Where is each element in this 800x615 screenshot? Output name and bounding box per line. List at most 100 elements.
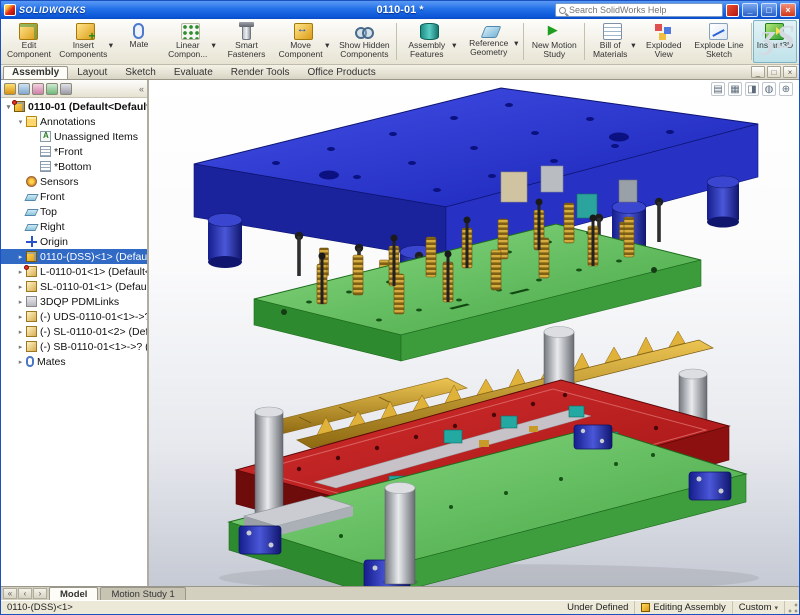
move-component-button[interactable]: Move Component▾ [273,20,333,63]
subassembly-icon [26,251,37,262]
feature-manager-tab-strip: « [1,80,147,98]
bill-of-materials-icon [603,23,622,40]
part-icon [26,311,37,322]
model-tab-strip: « ‹ › Model Motion Study 1 [1,586,799,600]
guide-post-front [382,483,418,587]
dropdown-arrow-icon: ▾ [631,41,635,50]
rebuild-mark-icon [12,100,17,105]
mate-button[interactable]: Mate [117,20,161,63]
display-manager-tab-icon[interactable] [60,83,72,95]
tab-model[interactable]: Model [49,587,98,600]
move-component-icon [294,23,313,40]
tree-item-uds-0110-01[interactable]: ▸ (-) UDS-0110-01<1>->? (Defa [1,309,147,324]
part-icon [26,266,37,277]
feature-manager-tab-icon[interactable] [4,83,16,95]
status-bar: 0110-(DSS)<1> Under Defined Editing Asse… [1,600,799,614]
tree-item-front-annotation[interactable]: *Front [1,144,147,159]
chevron-down-icon: ▾ [774,604,778,612]
solidworks-mini-logo-icon [726,4,739,17]
tree-item-sensors[interactable]: Sensors [1,174,147,189]
plane-icon [24,224,38,231]
smart-fasteners-button[interactable]: Smart Fasteners [220,20,273,63]
edit-component-icon [19,23,38,40]
tab-scroll-right-button[interactable]: › [33,588,47,599]
sensors-icon [26,176,37,187]
minimize-button[interactable]: _ [742,3,758,17]
tree-item-sl-0110-01-2[interactable]: ▸ (-) SL-0110-01<2> (Default< [1,324,147,339]
tab-motion-study-1[interactable]: Motion Study 1 [100,587,185,600]
tree-item-3dqp-pdmlinks[interactable]: ▸ 3DQP PDMLinks [1,294,147,309]
tab-sketch[interactable]: Sketch [116,66,165,79]
toolbar-separator [396,23,397,60]
tab-scroll-left-button[interactable]: ‹ [18,588,32,599]
tree-item-l-0110-01[interactable]: ▸ L-0110-01<1> (Default<D [1,264,147,279]
tree-item-mates[interactable]: ▸ Mates [1,354,147,369]
toolbar-separator [584,23,585,60]
part-icon [26,326,37,337]
graphics-viewport[interactable]: ▤ ▦ ◨ ◍ ⊕ [149,80,799,586]
view-settings-icon[interactable]: ▦ [728,82,742,96]
panel-collapse-icon[interactable]: « [139,84,144,94]
document-minimize-button[interactable]: _ [751,66,765,78]
tab-office-products[interactable]: Office Products [299,66,385,79]
document-close-button[interactable]: × [783,66,797,78]
smart-fasteners-icon [242,23,251,40]
explode-line-sketch-icon [709,23,728,40]
tree-item-sb-0110-01[interactable]: ▸ (-) SB-0110-01<1>->? (Def [1,339,147,354]
section-view-icon[interactable]: ◨ [745,82,759,96]
toolbar-separator [751,23,752,60]
heads-up-view-toolbar: ▤ ▦ ◨ ◍ ⊕ [711,82,793,96]
tree-item-sl-0110-01-1[interactable]: ▸ SL-0110-01<1> (Default< [1,279,147,294]
reference-geometry-icon [481,26,502,38]
reference-geometry-button[interactable]: Reference Geometry▾ [460,20,522,63]
assembly-features-button[interactable]: Assembly Features▾ [398,20,460,63]
tree-item-top-plane[interactable]: Top [1,204,147,219]
help-search-box[interactable] [555,3,723,17]
tree-item-root[interactable]: ▾ 0110-01 (Default<Default_Di [1,99,147,114]
resize-grip[interactable] [787,602,799,614]
tree-item-origin[interactable]: Origin [1,234,147,249]
tab-evaluate[interactable]: Evaluate [165,66,222,79]
configuration-manager-tab-icon[interactable] [32,83,44,95]
show-hidden-components-button[interactable]: Show Hidden Components [333,20,395,63]
document-restore-button[interactable]: □ [767,66,781,78]
bill-of-materials-button[interactable]: Bill of Materials▾ [586,20,639,63]
maximize-button[interactable]: □ [761,3,777,17]
insert-components-button[interactable]: Insert Components▾ [55,20,117,63]
part-icon [26,281,37,292]
close-button[interactable]: × [780,3,796,17]
tree-item-0110-dss[interactable]: ▸ 0110-(DSS)<1> (Default<<De [1,249,147,264]
new-motion-study-button[interactable]: New Motion Study [525,20,583,63]
edit-component-button[interactable]: Edit Component [3,20,55,63]
tab-scroll-first-button[interactable]: « [3,588,17,599]
tab-render-tools[interactable]: Render Tools [222,66,299,79]
tree-item-annotations[interactable]: ▾ Annotations [1,114,147,129]
annotation-note-icon [40,161,51,172]
property-manager-tab-icon[interactable] [18,83,30,95]
show-hidden-components-icon [355,23,374,40]
feature-tree: ▾ 0110-01 (Default<Default_Di ▾ Annotati… [1,98,147,586]
status-config-dropdown[interactable]: Custom ▾ [733,601,785,614]
tree-item-front-plane[interactable]: Front [1,189,147,204]
instant3d-button[interactable]: Instant3D [753,20,797,63]
status-definition: Under Defined [561,601,635,614]
tree-item-right-plane[interactable]: Right [1,219,147,234]
exploded-view-button[interactable]: Exploded View [640,20,688,63]
view-orientation-icon[interactable]: ◍ [762,82,776,96]
dropdown-arrow-icon: ▾ [212,41,216,50]
search-input[interactable] [569,5,719,15]
display-style-icon[interactable]: ▤ [711,82,725,96]
zoom-fit-icon[interactable]: ⊕ [779,82,793,96]
instant3d-icon [765,23,784,40]
explode-line-sketch-button[interactable]: Explode Line Sketch [688,20,750,63]
dimxpert-manager-tab-icon[interactable] [46,83,58,95]
new-motion-study-icon [545,23,564,40]
tab-assembly[interactable]: Assembly [3,66,68,79]
tree-item-bottom-annotation[interactable]: *Bottom [1,159,147,174]
command-manager-toolbar: Edit Component Insert Components▾ Mate L… [1,19,799,65]
annotations-folder-icon [26,116,37,127]
annotation-note-icon [40,146,51,157]
tab-layout[interactable]: Layout [68,66,116,79]
tree-item-unassigned-items[interactable]: Unassigned Items [1,129,147,144]
linear-component-pattern-button[interactable]: Linear Compon...▾ [161,20,220,63]
